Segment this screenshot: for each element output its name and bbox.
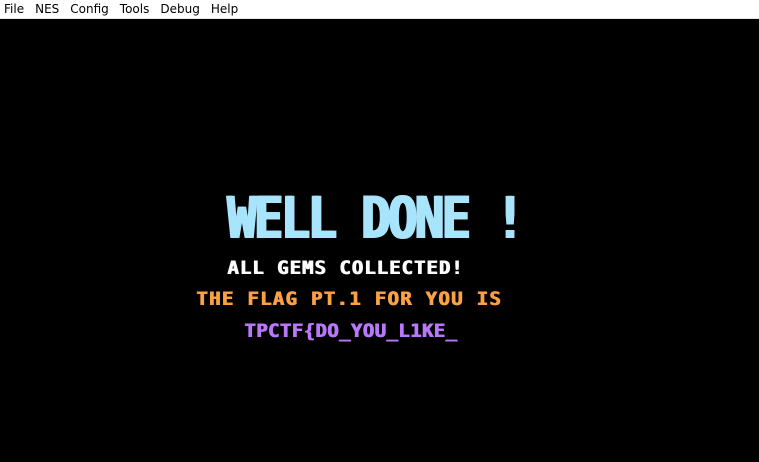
flag-intro-text: THE FLAG PT.1 FOR YOU IS: [196, 288, 502, 310]
menu-nes[interactable]: NES: [30, 0, 65, 19]
game-screen[interactable]: WELL DONE ! ALL GEMS COLLECTED! THE FLAG…: [0, 19, 759, 462]
menu-config[interactable]: Config: [65, 0, 115, 19]
flag-value-text: TPCTF{DO_YOU_L1KE_: [244, 320, 458, 342]
menu-help[interactable]: Help: [206, 0, 244, 19]
well-done-title: WELL DONE !: [226, 184, 523, 252]
menu-file[interactable]: File: [0, 0, 30, 19]
emulator-window: File NES Config Tools Debug Help WELL DO…: [0, 0, 759, 462]
menu-debug[interactable]: Debug: [155, 0, 205, 19]
gems-collected-text: ALL GEMS COLLECTED!: [227, 257, 464, 279]
menu-tools[interactable]: Tools: [115, 0, 156, 19]
menu-bar: File NES Config Tools Debug Help: [0, 0, 759, 19]
